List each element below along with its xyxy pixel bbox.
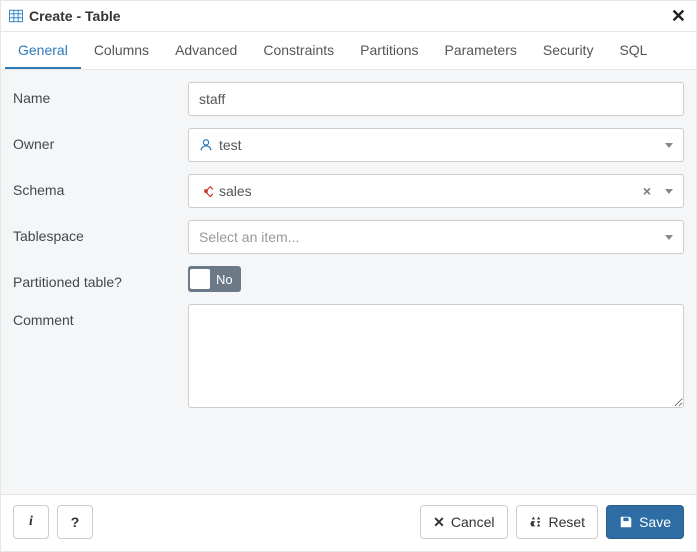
comment-textarea[interactable] xyxy=(188,304,684,408)
title-bar: Create - Table ✕ xyxy=(1,1,696,32)
tab-security[interactable]: Security xyxy=(530,32,607,69)
tab-columns[interactable]: Columns xyxy=(81,32,162,69)
tab-sql[interactable]: SQL xyxy=(606,32,660,69)
chevron-down-icon xyxy=(665,189,673,194)
tab-partitions[interactable]: Partitions xyxy=(347,32,431,69)
save-label: Save xyxy=(639,514,671,530)
clear-icon[interactable]: × xyxy=(643,183,651,199)
help-icon: ? xyxy=(71,514,80,530)
label-partitioned: Partitioned table? xyxy=(13,266,188,290)
save-icon xyxy=(619,515,633,529)
toggle-knob xyxy=(190,269,210,289)
save-button[interactable]: Save xyxy=(606,505,684,539)
schema-select[interactable]: sales × xyxy=(188,174,684,208)
cancel-label: Cancel xyxy=(451,514,495,530)
owner-value: test xyxy=(219,137,655,153)
chevron-down-icon xyxy=(665,235,673,240)
schema-icon xyxy=(199,184,213,198)
toggle-label: No xyxy=(214,272,239,287)
tab-general[interactable]: General xyxy=(5,32,81,69)
label-name: Name xyxy=(13,82,188,106)
name-input[interactable] xyxy=(188,82,684,116)
tab-parameters[interactable]: Parameters xyxy=(432,32,530,69)
info-button[interactable]: i xyxy=(13,505,49,539)
tablespace-placeholder: Select an item... xyxy=(199,229,655,245)
close-icon[interactable]: ✕ xyxy=(671,7,686,25)
label-owner: Owner xyxy=(13,128,188,152)
form-body: Name Owner test Schema xyxy=(1,70,696,494)
user-icon xyxy=(199,138,213,152)
schema-value: sales xyxy=(219,183,637,199)
tablespace-select[interactable]: Select an item... xyxy=(188,220,684,254)
info-icon: i xyxy=(29,514,33,530)
tab-constraints[interactable]: Constraints xyxy=(250,32,347,69)
recycle-icon xyxy=(529,515,543,529)
cancel-button[interactable]: ✕ Cancel xyxy=(420,505,507,539)
owner-select[interactable]: test xyxy=(188,128,684,162)
footer: i ? ✕ Cancel Reset Save xyxy=(1,494,696,551)
help-button[interactable]: ? xyxy=(57,505,93,539)
reset-button[interactable]: Reset xyxy=(516,505,599,539)
table-icon xyxy=(9,9,23,23)
label-comment: Comment xyxy=(13,304,188,328)
window-title: Create - Table xyxy=(29,8,121,24)
close-icon: ✕ xyxy=(433,514,445,531)
label-tablespace: Tablespace xyxy=(13,220,188,244)
tab-advanced[interactable]: Advanced xyxy=(162,32,250,69)
label-schema: Schema xyxy=(13,174,188,198)
tab-bar: General Columns Advanced Constraints Par… xyxy=(1,32,696,70)
chevron-down-icon xyxy=(665,143,673,148)
partitioned-toggle[interactable]: No xyxy=(188,266,241,292)
reset-label: Reset xyxy=(549,514,586,530)
